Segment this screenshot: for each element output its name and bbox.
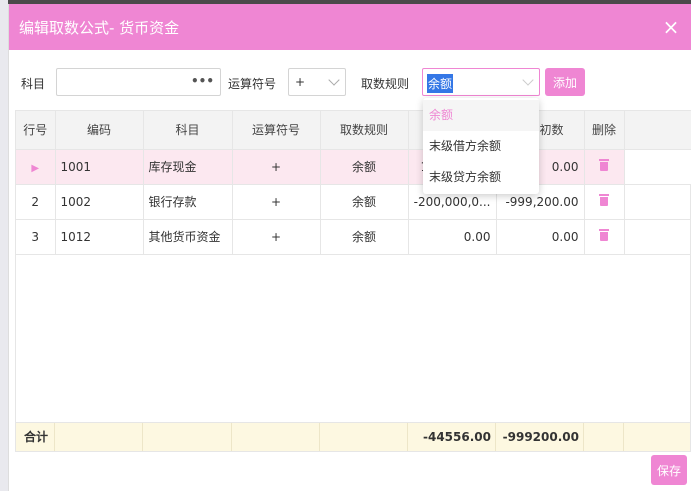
subject-input[interactable]: •••: [56, 68, 221, 96]
row-col6: 0.00: [408, 219, 497, 255]
header-rule: 取数规则: [320, 111, 409, 150]
row-rule: 余额: [320, 149, 409, 185]
operator-label: 运算符号: [228, 77, 277, 91]
table-row[interactable]: 2 1002 银行存款 + 余额 -200,000,0... -999,200.…: [16, 184, 691, 220]
total-label: 合计: [16, 423, 55, 451]
total-empty: [55, 423, 143, 451]
row-subject: 银行存款: [143, 184, 233, 220]
chevron-down-icon: [522, 74, 534, 86]
row-empty: [624, 184, 691, 220]
dropdown-option-leaf-debit[interactable]: 末级借方余额: [423, 131, 539, 162]
close-icon[interactable]: ×: [661, 17, 681, 37]
dropdown-option-balance[interactable]: 余额: [423, 100, 539, 131]
total-row: 合计 -44556.00 -999200.00: [15, 422, 691, 452]
rule-dropdown: 余额 末级借方余额 末级贷方余额: [423, 98, 539, 194]
background-strip: [0, 0, 8, 491]
table-row[interactable]: 3 1012 其他货币资金 + 余额 0.00 0.00: [16, 219, 691, 255]
subject-label: 科目: [21, 77, 46, 91]
total-empty: [320, 423, 408, 451]
header-row-no: 行号: [16, 111, 56, 150]
row-number: ▶: [16, 149, 56, 185]
row-delete: [584, 219, 625, 255]
dropdown-option-leaf-credit[interactable]: 末级贷方余额: [423, 162, 539, 193]
row-operator: +: [232, 219, 321, 255]
trash-icon[interactable]: [599, 229, 609, 241]
row-code: 1001: [55, 149, 144, 185]
total-col7: -999200.00: [496, 423, 584, 451]
row-operator: +: [232, 184, 321, 220]
formula-table: 行号 编码 科目 运算符号 取数规则 初数 删除 ▶ 1001 库存现金 + 余…: [15, 110, 691, 450]
header-operator: 运算符号: [232, 111, 321, 150]
trash-icon[interactable]: [599, 194, 609, 206]
total-empty: [143, 423, 232, 451]
row-col7: 0.00: [496, 219, 585, 255]
current-row-icon: ▶: [31, 162, 40, 174]
rule-value: 余额: [427, 74, 454, 93]
header-code: 编码: [55, 111, 144, 150]
total-col6: -44556.00: [408, 423, 496, 451]
chevron-down-icon: [328, 74, 340, 86]
trash-icon[interactable]: [599, 159, 609, 171]
row-delete: [584, 149, 625, 185]
modal-header: 编辑取数公式- 货币资金 ×: [9, 4, 691, 50]
toolbar: 科目 ••• 运算符号 + 取数规则 余额 添加: [9, 68, 691, 98]
table-header-row: 行号 编码 科目 运算符号 取数规则 初数 删除: [16, 111, 691, 150]
total-empty: [232, 423, 320, 451]
header-subject: 科目: [143, 111, 233, 150]
total-empty: [584, 423, 624, 451]
row-rule: 余额: [320, 219, 409, 255]
save-button[interactable]: 保存: [651, 455, 687, 485]
row-code: 1012: [55, 219, 144, 255]
row-subject: 其他货币资金: [143, 219, 233, 255]
rule-label: 取数规则: [361, 77, 410, 91]
modal-title: 编辑取数公式- 货币资金: [19, 18, 180, 37]
table-row[interactable]: ▶ 1001 库存现金 + 余额 19 0.00: [16, 149, 691, 185]
more-icon[interactable]: •••: [191, 74, 214, 88]
row-empty: [624, 149, 691, 185]
row-code: 1002: [55, 184, 144, 220]
row-number: 2: [16, 184, 56, 220]
operator-select[interactable]: +: [288, 68, 346, 96]
formula-modal: 编辑取数公式- 货币资金 × 科目 ••• 运算符号 + 取数规则 余额 添加: [8, 4, 691, 491]
header-delete: 删除: [584, 111, 625, 150]
row-delete: [584, 184, 625, 220]
header-empty: [624, 111, 691, 150]
operator-value: +: [295, 75, 306, 89]
add-button[interactable]: 添加: [545, 68, 585, 96]
rule-select[interactable]: 余额: [422, 68, 540, 96]
row-subject: 库存现金: [143, 149, 233, 185]
row-operator: +: [232, 149, 321, 185]
row-empty: [624, 219, 691, 255]
row-rule: 余额: [320, 184, 409, 220]
row-number: 3: [16, 219, 56, 255]
